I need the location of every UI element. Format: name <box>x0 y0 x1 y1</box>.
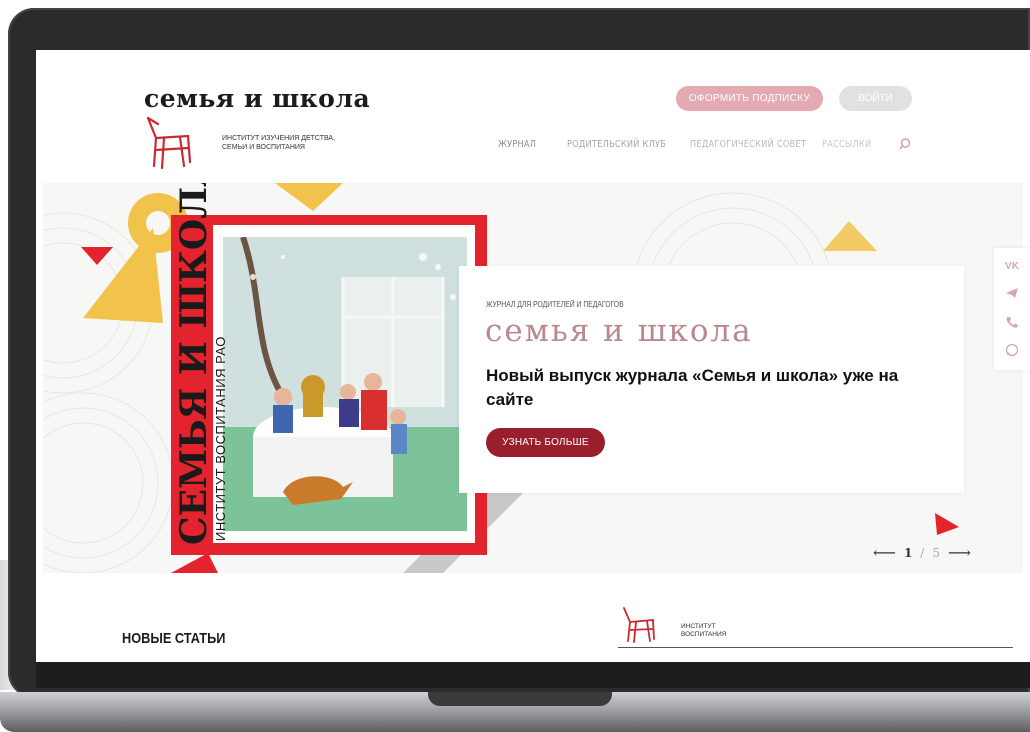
page-current: 1 <box>903 546 913 560</box>
arrow-right-icon[interactable]: ⟶ <box>948 545 971 561</box>
hero-slider: СЕМЬЯ И ШКОЛА ИНСТИТУТ ВОСПИТАНИЯ РАО ЖУ… <box>43 183 1023 573</box>
slider-pager: ⟵ 1 / 5 ⟶ <box>873 545 971 561</box>
nav-item-mailings[interactable]: РАССЫЛКИ <box>822 139 871 150</box>
nav-item-parent-club[interactable]: РОДИТЕЛЬСКИЙ КЛУБ <box>567 139 666 150</box>
arrow-left-icon[interactable]: ⟵ <box>873 545 896 561</box>
institute-logo-icon[interactable] <box>621 606 659 644</box>
magazine-cover[interactable]: СЕМЬЯ И ШКОЛА ИНСТИТУТ ВОСПИТАНИЯ РАО <box>171 183 487 555</box>
vk-icon[interactable]: VK <box>1005 261 1019 272</box>
page-total: 5 <box>932 546 940 560</box>
logo-caption: ИНСТИТУТ ИЗУЧЕНИЯ ДЕТСТВА, СЕМЬИ И ВОСПИ… <box>222 135 336 151</box>
hero-brand-title: семья и школа <box>485 313 753 349</box>
cover-vertical-text: СЕМЬЯ И ШКОЛА ИНСТИТУТ ВОСПИТАНИЯ РАО <box>173 183 228 545</box>
chair-logo-icon[interactable] <box>144 116 196 170</box>
divider-line <box>618 647 1013 648</box>
cover-title: СЕМЬЯ И ШКОЛА <box>173 183 215 545</box>
social-links: VK <box>994 248 1030 370</box>
learn-more-button[interactable]: УЗНАТЬ БОЛЬШЕ <box>486 428 605 457</box>
nav-item-pedagogical-council[interactable]: ПЕДАГОГИЧЕСКИЙ СОВЕТ <box>690 139 806 150</box>
site-logo-title[interactable]: семья и школа <box>144 84 370 113</box>
login-button[interactable]: ВОЙТИ <box>839 86 912 111</box>
nav-item-journal[interactable]: ЖУРНАЛ <box>498 139 536 150</box>
page-separator: / <box>920 546 925 560</box>
telegram-icon[interactable] <box>1005 286 1019 300</box>
hero-headline[interactable]: Новый выпуск журнала «Семья и школа» уже… <box>486 364 936 412</box>
phone-icon[interactable] <box>1005 315 1019 329</box>
subscribe-button[interactable]: ОФОРМИТЬ ПОДПИСКУ <box>676 86 823 111</box>
institute-caption: ИНСТИТУТ ВОСПИТАНИЯ <box>681 623 727 638</box>
laptop-hinge <box>428 692 612 706</box>
search-icon[interactable] <box>899 138 911 150</box>
laptop-bezel-bottom <box>36 662 1030 688</box>
browser-viewport: семья и школа ИНСТИТУТ ИЗУЧЕНИЯ ДЕТСТВА,… <box>36 50 1030 662</box>
whatsapp-icon[interactable] <box>1005 343 1019 357</box>
cover-illustration <box>223 237 467 531</box>
hero-content-card: ЖУРНАЛ ДЛЯ РОДИТЕЛЕЙ И ПЕДАГОГОВ семья и… <box>459 266 964 493</box>
hero-kicker: ЖУРНАЛ ДЛЯ РОДИТЕЛЕЙ И ПЕДАГОГОВ <box>486 300 624 309</box>
section-title-new-articles: НОВЫЕ СТАТЬИ <box>122 630 226 647</box>
cover-subtitle: ИНСТИТУТ ВОСПИТАНИЯ РАО <box>213 336 228 541</box>
